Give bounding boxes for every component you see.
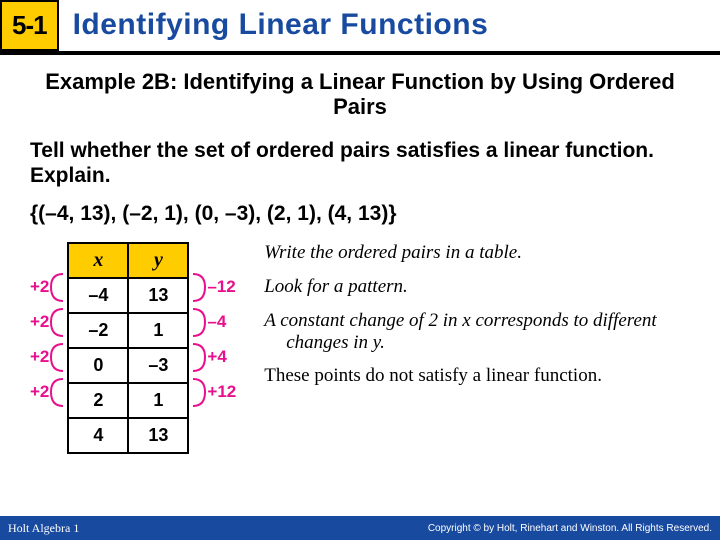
explain-p2: Look for a pattern. (264, 276, 700, 298)
explain-p3: A constant change of 2 in x corresponds … (264, 310, 700, 354)
chapter-title: Identifying Linear Functions (59, 0, 720, 51)
section-badge: 5-1 (0, 0, 59, 51)
example-title: Example 2B: Identifying a Linear Functio… (0, 55, 720, 128)
dx-label: +2 (30, 382, 49, 402)
work-area: +2 +2 +2 +2 x y –413 –21 0–3 21 413 –12 … (0, 236, 720, 454)
explanation: Write the ordered pairs in a table. Look… (236, 242, 700, 454)
xy-table: x y –413 –21 0–3 21 413 (67, 242, 189, 454)
table-row: –21 (68, 313, 188, 348)
dx-label: +2 (30, 347, 49, 367)
explain-p4: These points do not satisfy a linear fun… (264, 365, 700, 387)
col-y: y (128, 243, 188, 278)
copyright: Copyright © by Holt, Rinehart and Winsto… (428, 523, 712, 534)
x-deltas: +2 +2 +2 +2 (30, 242, 63, 410)
ordered-pairs-set: {(–4, 13), (–2, 1), (0, –3), (2, 1), (4,… (0, 194, 720, 236)
table-row: 0–3 (68, 348, 188, 383)
book-title: Holt Algebra 1 (8, 521, 79, 536)
dx-label: +2 (30, 312, 49, 332)
dy-label: –4 (207, 312, 226, 332)
table-row: 21 (68, 383, 188, 418)
instruction-text: Tell whether the set of ordered pairs sa… (0, 128, 720, 194)
dy-label: +12 (207, 382, 236, 402)
dy-label: –12 (207, 277, 235, 297)
table-with-deltas: +2 +2 +2 +2 x y –413 –21 0–3 21 413 –12 … (30, 242, 236, 454)
table-header-row: x y (68, 243, 188, 278)
slide-footer: Holt Algebra 1 Copyright © by Holt, Rine… (0, 516, 720, 540)
col-x: x (68, 243, 128, 278)
dx-label: +2 (30, 277, 49, 297)
y-deltas: –12 –4 +4 +12 (193, 242, 236, 410)
slide-header: 5-1 Identifying Linear Functions (0, 0, 720, 55)
explain-p1: Write the ordered pairs in a table. (264, 242, 700, 264)
dy-label: +4 (207, 347, 226, 367)
table-row: 413 (68, 418, 188, 453)
table-row: –413 (68, 278, 188, 313)
